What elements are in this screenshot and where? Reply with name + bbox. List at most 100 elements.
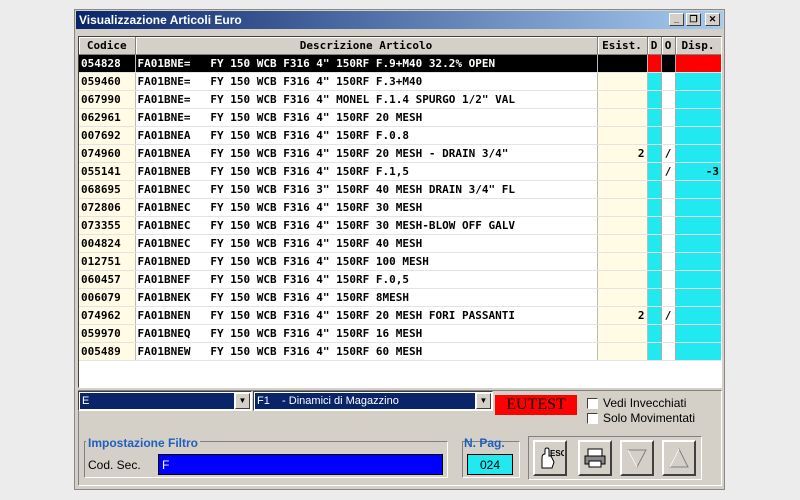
cell-disp xyxy=(675,90,721,109)
check-solo-movimentati[interactable]: Solo Movimentati xyxy=(587,411,695,425)
col-header-o[interactable]: O xyxy=(661,37,676,55)
cell-o xyxy=(661,324,676,343)
cell-o: / xyxy=(661,162,676,181)
cell-d xyxy=(647,108,662,127)
cell-esist xyxy=(597,198,648,217)
checkbox-box[interactable] xyxy=(587,397,598,409)
cell-esist xyxy=(597,72,648,91)
cell-desc: FA01BNEC FY 150 WCB F316 3" 150RF 40 MES… xyxy=(135,180,598,199)
window-title: Visualizzazione Articoli Euro xyxy=(79,13,242,27)
table-row[interactable]: 004824 FA01BNEC FY 150 WCB F316 4" 150RF … xyxy=(79,234,721,253)
printer-icon xyxy=(584,448,606,468)
cell-code: 007692 xyxy=(79,126,136,145)
cell-disp xyxy=(675,252,721,271)
chevron-down-icon[interactable]: ▼ xyxy=(476,393,491,409)
cell-disp: -3 xyxy=(675,162,721,181)
cell-d xyxy=(647,180,662,199)
cell-esist xyxy=(597,108,648,127)
cell-code: 006079 xyxy=(79,288,136,307)
cell-esist xyxy=(597,180,648,199)
checkbox-box[interactable] xyxy=(587,412,598,424)
npag-value[interactable]: 024 xyxy=(467,454,513,475)
cell-o xyxy=(661,54,676,73)
table-row[interactable]: 054828 FA01BNE= FY 150 WCB F316 4" 150RF … xyxy=(79,54,721,73)
print-button[interactable] xyxy=(578,440,612,476)
col-header-d[interactable]: D xyxy=(647,37,662,55)
filter-combo-2-value: F1 - Dinamici di Magazzino xyxy=(255,393,475,409)
table-row[interactable]: 059970 FA01BNEQ FY 150 WCB F316 4" 150RF … xyxy=(79,324,721,343)
cell-o xyxy=(661,216,676,235)
col-header-disp[interactable]: Disp. xyxy=(675,37,721,55)
cell-desc: FA01BNEA FY 150 WCB F316 4" 150RF 20 MES… xyxy=(135,144,598,163)
cell-disp xyxy=(675,180,721,199)
cell-o xyxy=(661,126,676,145)
table-row[interactable]: 074962 FA01BNEN FY 150 WCB F316 4" 150RF … xyxy=(79,306,721,325)
minimize-icon[interactable]: _ xyxy=(669,13,684,26)
check-vedi-invecchiati[interactable]: Vedi Invecchiati xyxy=(587,396,686,410)
esc-hand-icon: ESC xyxy=(541,447,564,469)
cell-disp xyxy=(675,126,721,145)
cell-o xyxy=(661,270,676,289)
cell-o xyxy=(661,234,676,253)
cell-esist xyxy=(597,162,648,181)
close-icon[interactable]: ✕ xyxy=(705,13,720,26)
cell-o xyxy=(661,72,676,91)
cell-code: 074962 xyxy=(79,306,136,325)
esc-button[interactable]: ESC xyxy=(533,440,567,476)
cod-sec-field[interactable]: F xyxy=(158,454,443,475)
restore-icon[interactable]: ❐ xyxy=(686,13,701,26)
table-row[interactable]: 012751 FA01BNED FY 150 WCB F316 4" 150RF … xyxy=(79,252,721,271)
cell-esist xyxy=(597,54,648,73)
cell-desc: FA01BNEK FY 150 WCB F316 4" 150RF 8MESH xyxy=(135,288,598,307)
cell-o: / xyxy=(661,306,676,325)
title-bar[interactable]: Visualizzazione Articoli Euro _ ❐ ✕ xyxy=(76,11,723,29)
table-row[interactable]: 059460 FA01BNE= FY 150 WCB F316 4" 150RF … xyxy=(79,72,721,91)
table-row[interactable]: 067990 FA01BNE= FY 150 WCB F316 4" MONEL … xyxy=(79,90,721,109)
col-header-esist[interactable]: Esist. xyxy=(597,37,648,55)
table-row[interactable]: 006079 FA01BNEK FY 150 WCB F316 4" 150RF … xyxy=(79,288,721,307)
cell-esist xyxy=(597,288,648,307)
cell-desc: FA01BNEC FY 150 WCB F316 4" 150RF 40 MES… xyxy=(135,234,598,253)
cell-disp xyxy=(675,234,721,253)
cell-esist xyxy=(597,126,648,145)
filter-combo-2[interactable]: F1 - Dinamici di Magazzino ▼ xyxy=(253,391,493,411)
table-row[interactable]: 007692 FA01BNEA FY 150 WCB F316 4" 150RF … xyxy=(79,126,721,145)
cell-o xyxy=(661,108,676,127)
table-row[interactable]: 005489 FA01BNEW FY 150 WCB F316 4" 150RF … xyxy=(79,342,721,361)
chevron-down-icon[interactable]: ▼ xyxy=(235,393,250,409)
esc-text: ESC xyxy=(550,449,564,458)
table-row[interactable]: 060457 FA01BNEF FY 150 WCB F316 4" 150RF … xyxy=(79,270,721,289)
cell-disp xyxy=(675,288,721,307)
cell-desc: FA01BNEN FY 150 WCB F316 4" 150RF 20 MES… xyxy=(135,306,598,325)
cell-o xyxy=(661,90,676,109)
cell-d xyxy=(647,270,662,289)
cell-esist: 2 xyxy=(597,306,648,325)
cell-desc: FA01BNED FY 150 WCB F316 4" 150RF 100 ME… xyxy=(135,252,598,271)
cell-disp xyxy=(675,324,721,343)
check-label: Solo Movimentati xyxy=(603,411,696,425)
table-row[interactable]: 074960 FA01BNEA FY 150 WCB F316 4" 150RF … xyxy=(79,144,721,163)
page-up-button[interactable] xyxy=(662,440,696,476)
cell-d xyxy=(647,342,662,361)
col-header-codice[interactable]: Codice xyxy=(79,37,136,55)
cell-o xyxy=(661,342,676,361)
articles-grid[interactable]: Codice Descrizione Articolo Esist. D O Disp. … xyxy=(78,36,722,388)
table-row[interactable]: 072806 FA01BNEC FY 150 WCB F316 4" 150RF … xyxy=(79,198,721,217)
table-row[interactable]: 068695 FA01BNEC FY 150 WCB F316 3" 150RF … xyxy=(79,180,721,199)
table-row[interactable]: 062961 FA01BNE= FY 150 WCB F316 4" 150RF … xyxy=(79,108,721,127)
table-row[interactable]: 055141 FA01BNEB FY 150 WCB F316 4" 150RF … xyxy=(79,162,721,181)
cell-disp xyxy=(675,216,721,235)
cell-d xyxy=(647,252,662,271)
cell-code: 060457 xyxy=(79,270,136,289)
col-header-descrizione[interactable]: Descrizione Articolo xyxy=(135,37,598,55)
npag-label: N. Pag. xyxy=(464,436,505,450)
cell-o xyxy=(661,180,676,199)
cod-sec-label: Cod. Sec. xyxy=(88,458,141,472)
page-down-button[interactable] xyxy=(620,440,654,476)
cell-code: 072806 xyxy=(79,198,136,217)
table-row[interactable]: 073355 FA01BNEC FY 150 WCB F316 4" 150RF … xyxy=(79,216,721,235)
environment-badge: EUTEST xyxy=(495,395,577,415)
cell-code: 074960 xyxy=(79,144,136,163)
cell-desc: FA01BNEC FY 150 WCB F316 4" 150RF 30 MES… xyxy=(135,216,598,235)
filter-combo-1[interactable]: E ▼ xyxy=(78,391,252,411)
